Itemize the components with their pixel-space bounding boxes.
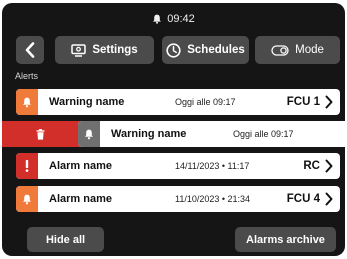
warning-badge-read <box>78 121 100 147</box>
settings-label: Settings <box>92 44 138 56</box>
bell-icon <box>85 129 93 139</box>
chevron-right-icon <box>325 192 333 206</box>
alert-name: Warning name <box>49 96 125 108</box>
alert-source: FCU 4 <box>286 193 320 205</box>
chevron-left-icon <box>25 42 35 58</box>
warning-badge <box>16 186 38 212</box>
mode-label: Mode <box>295 44 324 56</box>
toggle-icon <box>271 44 289 56</box>
clock-icon <box>166 42 181 58</box>
schedules-label: Schedules <box>187 44 245 56</box>
alert-row[interactable]: Warning name Oggi alle 09:17 <box>78 121 345 147</box>
back-button[interactable] <box>16 36 44 64</box>
bell-icon <box>23 194 31 204</box>
warning-badge <box>16 89 38 115</box>
monitor-icon <box>71 43 87 57</box>
bell-icon <box>23 97 31 107</box>
alerts-section-label: Alerts <box>15 71 39 81</box>
alert-time: Oggi alle 09:17 <box>233 129 294 139</box>
trash-icon <box>36 128 45 140</box>
bell-icon <box>153 14 162 24</box>
alert-source: FCU 1 <box>286 96 320 108</box>
device-screen: 09:42 Settings Schedules Mode Alerts War… <box>2 3 345 256</box>
chevron-right-icon <box>325 159 333 173</box>
mode-button[interactable]: Mode <box>255 36 340 64</box>
exclamation-icon <box>25 160 29 172</box>
settings-button[interactable]: Settings <box>55 36 154 64</box>
alarms-archive-button[interactable]: Alarms archive <box>235 227 336 252</box>
alert-row[interactable]: Alarm name 14/11/2023 • 11:17 RC <box>16 153 340 179</box>
alarm-badge <box>16 153 38 179</box>
chevron-right-icon <box>325 95 333 109</box>
alert-name: Alarm name <box>49 160 112 172</box>
alert-row[interactable]: Alarm name 11/10/2023 • 21:34 FCU 4 <box>16 186 340 212</box>
alert-name: Warning name <box>111 128 187 140</box>
alert-source: RC <box>303 160 320 172</box>
alert-time: 14/11/2023 • 11:17 <box>175 161 250 171</box>
status-bar: 09:42 <box>2 10 345 28</box>
alert-time: 11/10/2023 • 21:34 <box>175 194 251 204</box>
schedules-button[interactable]: Schedules <box>162 36 249 64</box>
hide-all-button[interactable]: Hide all <box>27 227 104 252</box>
alert-row[interactable]: Warning name Oggi alle 09:17 FCU 1 <box>16 89 340 115</box>
alert-time: Oggi alle 09:17 <box>175 97 236 107</box>
alert-name: Alarm name <box>49 193 112 205</box>
status-time: 09:42 <box>167 13 195 25</box>
